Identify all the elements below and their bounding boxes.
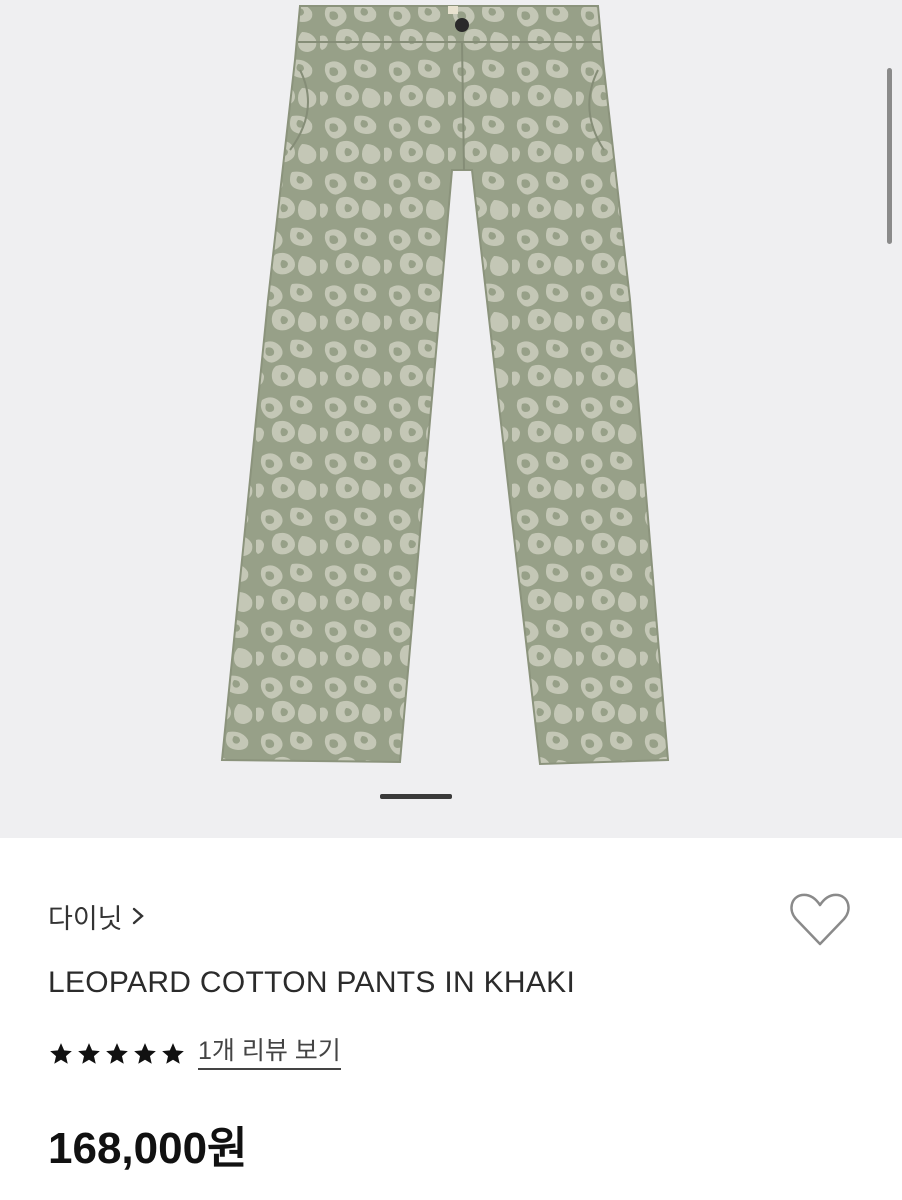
chevron-right-icon xyxy=(132,907,144,925)
heart-outline-icon xyxy=(790,893,850,946)
rating-stars xyxy=(48,1041,186,1067)
wishlist-button[interactable] xyxy=(786,888,854,950)
brand-name: 다이닛 xyxy=(48,903,123,934)
rating-row: 1개 리뷰 보기 xyxy=(48,1036,341,1072)
star-filled-icon xyxy=(134,1043,156,1064)
pants-illustration xyxy=(220,5,670,766)
carousel-indicator[interactable] xyxy=(380,794,452,799)
product-image[interactable] xyxy=(0,0,902,838)
product-title: LEOPARD COTTON PANTS IN KHAKI xyxy=(48,966,576,999)
brand-link[interactable]: 다이닛 xyxy=(48,896,145,936)
pants-shape xyxy=(220,5,670,766)
product-price: 168,000원 xyxy=(48,1124,248,1173)
review-link[interactable]: 1개 리뷰 보기 xyxy=(198,1038,341,1070)
star-filled-icon xyxy=(106,1043,128,1064)
star-filled-icon xyxy=(50,1043,72,1064)
star-filled-icon xyxy=(78,1043,100,1064)
scrollbar[interactable] xyxy=(887,68,892,244)
button-detail xyxy=(455,18,469,32)
star-filled-icon xyxy=(162,1043,184,1064)
